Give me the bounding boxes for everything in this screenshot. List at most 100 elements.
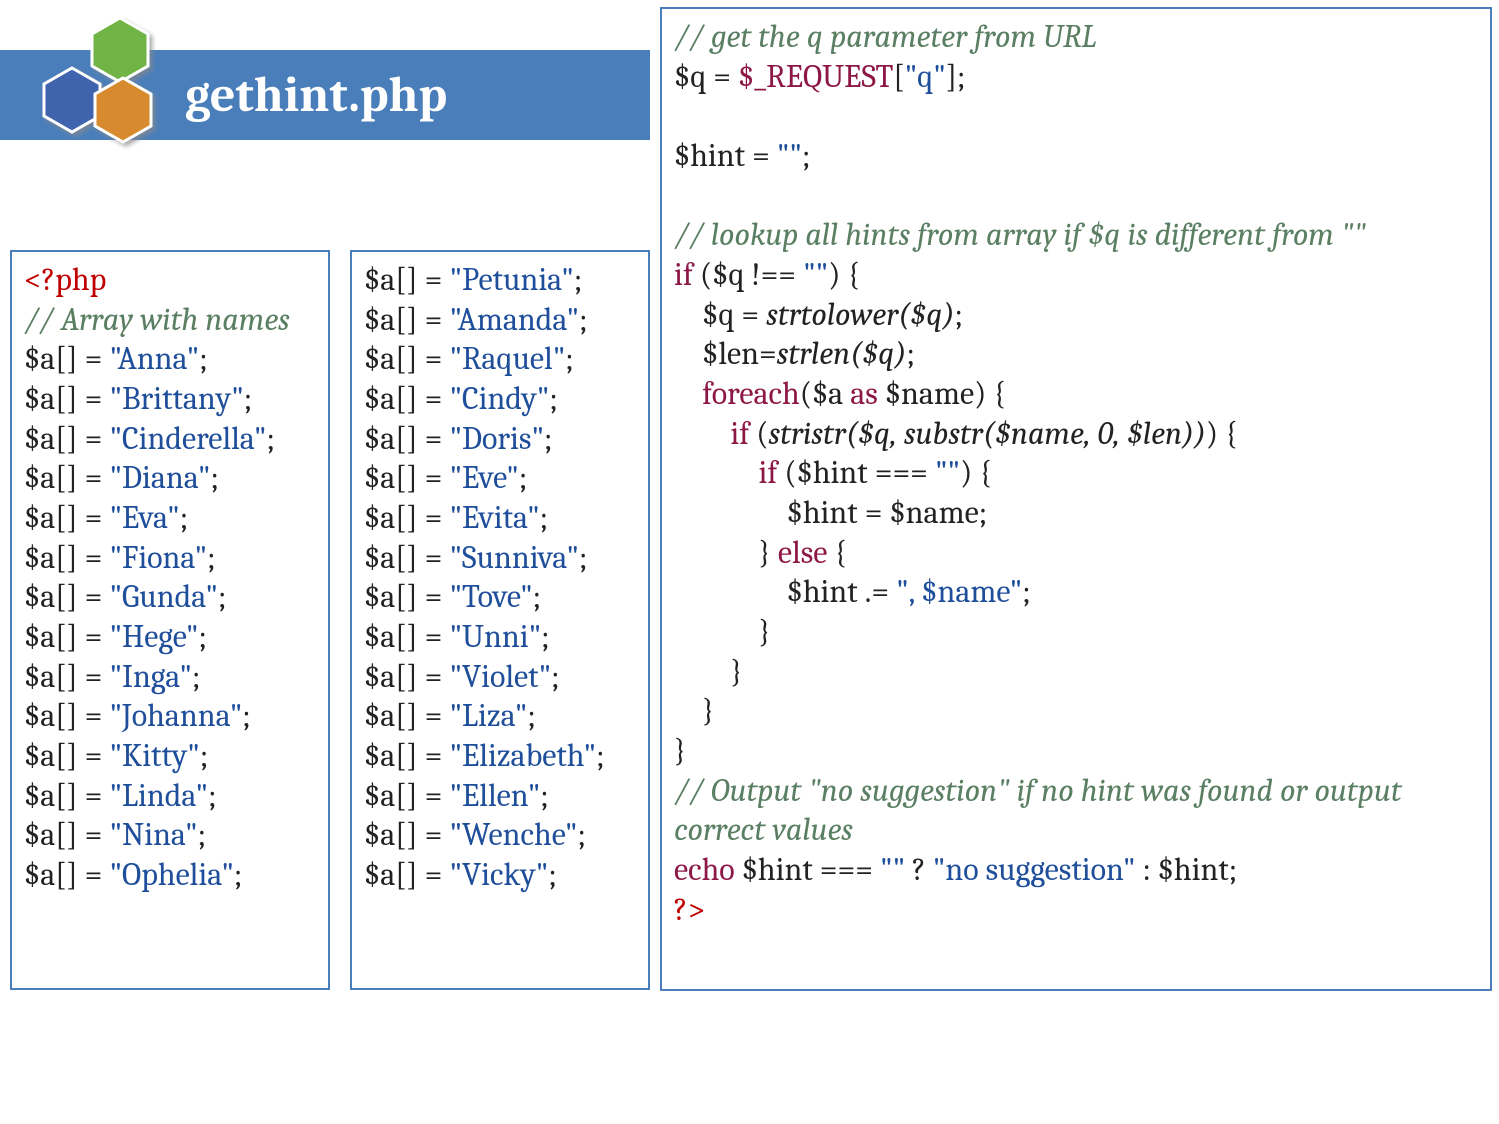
code-line: $a[] = "Eva"; <box>24 498 318 538</box>
code-token: ( <box>749 415 768 452</box>
code-token: "Inga" <box>109 658 192 695</box>
code-token: ) { <box>1206 415 1238 452</box>
code-token: "" <box>803 256 828 293</box>
code-token: ; <box>544 420 552 457</box>
code-token: "Gunda" <box>109 578 217 615</box>
code-line: $a[] = "Linda"; <box>24 776 318 816</box>
code-token: <?php <box>24 261 106 298</box>
code-token: } <box>674 692 715 729</box>
code-token: "Eva" <box>109 499 179 536</box>
code-line: $a[] = "Liza"; <box>364 696 638 736</box>
code-token: $hint = $name; <box>674 494 987 531</box>
code-token <box>674 454 758 491</box>
code-token: ; <box>565 340 573 377</box>
code-token: "Violet" <box>449 658 551 695</box>
code-token: $a[] = <box>24 737 109 774</box>
code-token: $a[] = <box>364 380 449 417</box>
code-token: $name) { <box>878 375 1006 412</box>
code-token: ; <box>266 420 274 457</box>
code-token: "" <box>777 137 802 174</box>
code-token: ; <box>199 340 207 377</box>
code-token: ; <box>540 499 548 536</box>
code-line: $q = $_REQUEST["q"]; <box>674 57 1480 97</box>
code-token: "Fiona" <box>109 539 207 576</box>
code-line: $a[] = "Petunia"; <box>364 260 638 300</box>
code-token: ; <box>802 137 810 174</box>
code-token: ? <box>905 851 933 888</box>
code-token: if <box>730 415 749 452</box>
code-token: $a[] = <box>364 816 449 853</box>
code-token: ; <box>596 737 604 774</box>
code-token: ; <box>906 335 914 372</box>
code-line: $q = strtolower($q); <box>674 295 1480 335</box>
code-token: $q = <box>674 58 738 95</box>
code-token: // get the q parameter from URL <box>674 18 1097 55</box>
code-line: } <box>674 691 1480 731</box>
code-line: $len=strlen($q); <box>674 334 1480 374</box>
code-token: "Petunia" <box>449 261 573 298</box>
code-token: if <box>758 454 777 491</box>
code-line: $a[] = "Tove"; <box>364 577 638 617</box>
code-line: $a[] = "Ellen"; <box>364 776 638 816</box>
code-token: ; <box>533 578 541 615</box>
code-token: $a[] = <box>24 459 109 496</box>
code-line: $a[] = "Elizabeth"; <box>364 736 638 776</box>
code-token: $a[] = <box>24 618 109 655</box>
code-token: $hint === <box>735 851 880 888</box>
code-token: ; <box>207 539 215 576</box>
code-token: "Unni" <box>449 618 541 655</box>
code-token: $a[] = <box>24 777 109 814</box>
code-token: strtolower($q) <box>766 296 954 333</box>
code-token: echo <box>674 851 735 888</box>
code-token: $a[] = <box>364 618 449 655</box>
code-token: $a[] = <box>364 340 449 377</box>
code-line: $a[] = "Doris"; <box>364 419 638 459</box>
code-token: "Eve" <box>449 459 518 496</box>
code-token: ; <box>541 618 549 655</box>
code-line: $a[] = "Evita"; <box>364 498 638 538</box>
code-line: $a[] = "Cindy"; <box>364 379 638 419</box>
code-token: $a[] = <box>24 380 109 417</box>
code-line: $a[] = "Gunda"; <box>24 577 318 617</box>
code-token: "Nina" <box>109 816 197 853</box>
code-token: ; <box>574 261 582 298</box>
code-token: "Johanna" <box>109 697 242 734</box>
code-token: $q = <box>674 296 766 333</box>
code-line: $hint .= ", $name"; <box>674 572 1480 612</box>
code-token: "Cinderella" <box>109 420 266 457</box>
code-token: ; <box>198 816 206 853</box>
code-token: "q" <box>905 58 946 95</box>
code-line: // Array with names <box>24 300 318 340</box>
code-token: ; <box>1022 573 1030 610</box>
page-title: gethint.php <box>185 66 447 124</box>
code-line: $a[] = "Sunniva"; <box>364 538 638 578</box>
code-token: $a[] = <box>364 261 449 298</box>
code-box-logic: // get the q parameter from URL$q = $_RE… <box>660 7 1492 991</box>
code-token: "" <box>935 454 960 491</box>
code-line: echo $hint === "" ? "no suggestion" : $h… <box>674 850 1480 890</box>
code-line: foreach($a as $name) { <box>674 374 1480 414</box>
code-line: $a[] = "Cinderella"; <box>24 419 318 459</box>
code-line: $a[] = "Anna"; <box>24 339 318 379</box>
code-token <box>674 97 681 134</box>
code-line: $a[] = "Eve"; <box>364 458 638 498</box>
code-token: ($q !== <box>693 256 803 293</box>
code-token: ; <box>218 578 226 615</box>
code-token: $a[] = <box>364 499 449 536</box>
code-token: $a[] = <box>364 777 449 814</box>
code-token: $a[] = <box>364 301 449 338</box>
code-token: as <box>850 375 878 412</box>
code-line: $a[] = "Fiona"; <box>24 538 318 578</box>
code-token: $a[] = <box>24 658 109 695</box>
code-token: "Linda" <box>109 777 208 814</box>
code-token: strlen($q) <box>777 335 907 372</box>
code-token: } <box>674 613 771 650</box>
code-token: $a[] = <box>364 539 449 576</box>
code-token: $a[] = <box>364 856 449 893</box>
code-line: $a[] = "Johanna"; <box>24 696 318 736</box>
code-token: "no suggestion" <box>933 851 1136 888</box>
code-token: "Anna" <box>109 340 199 377</box>
code-line: } <box>674 652 1480 692</box>
code-token: $a[] = <box>364 697 449 734</box>
code-line: $a[] = "Raquel"; <box>364 339 638 379</box>
